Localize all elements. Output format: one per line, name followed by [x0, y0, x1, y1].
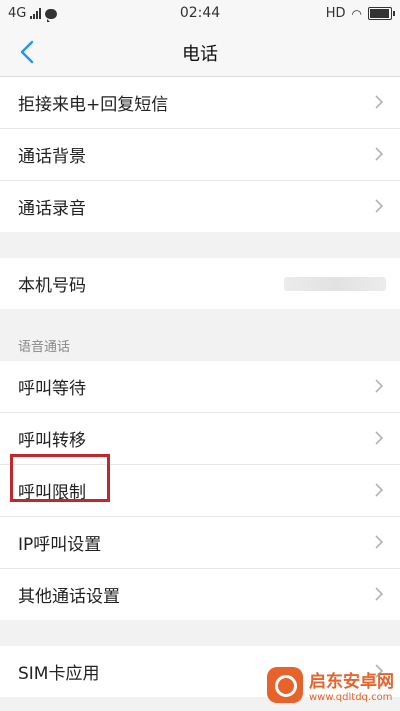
own-number-item[interactable]: 本机号码 — [0, 258, 400, 309]
row-label: 其他通话设置 — [18, 587, 120, 607]
settings-list: 拒接来电+回复短信 通话背景 通话录音 本机号码 语音通话 呼叫等待 呼叫转移 — [0, 77, 400, 697]
row-label: 拒接来电+回复短信 — [18, 95, 169, 115]
chevron-right-icon — [375, 95, 384, 109]
voice-call-header: 语音通话 — [0, 309, 400, 361]
call-waiting-item[interactable]: 呼叫等待 — [0, 361, 400, 413]
chevron-right-icon — [375, 535, 384, 549]
status-bar: 4G 02:44 HD ◠ — [0, 0, 400, 28]
chevron-right-icon — [375, 587, 384, 601]
wifi-icon: ◠ — [351, 6, 362, 21]
watermark-text: 启东安卓网 www.qdltdq.com — [309, 667, 394, 703]
watermark-logo-icon — [267, 667, 303, 703]
section-gap — [0, 232, 400, 258]
group-call-features: 拒接来电+回复短信 通话背景 通话录音 — [0, 77, 400, 232]
battery-icon — [368, 7, 395, 20]
chevron-right-icon — [375, 379, 384, 393]
chevron-right-icon — [375, 431, 384, 445]
row-label: 本机号码 — [18, 276, 86, 296]
reject-and-reply-item[interactable]: 拒接来电+回复短信 — [0, 77, 400, 129]
row-label: 通话录音 — [18, 199, 86, 219]
hd-label: HD — [325, 6, 346, 21]
row-label: IP呼叫设置 — [18, 535, 102, 555]
call-recording-item[interactable]: 通话录音 — [0, 181, 400, 232]
group-own-number: 本机号码 — [0, 258, 400, 309]
chevron-right-icon — [375, 147, 384, 161]
other-call-settings-item[interactable]: 其他通话设置 — [0, 569, 400, 620]
chevron-right-icon — [375, 199, 384, 213]
ip-call-settings-item[interactable]: IP呼叫设置 — [0, 517, 400, 569]
nav-bar: 电话 — [0, 28, 400, 77]
row-label: SIM卡应用 — [18, 664, 100, 684]
highlight-annotation — [10, 454, 110, 502]
chevron-right-icon — [375, 483, 384, 497]
row-label: 呼叫等待 — [18, 379, 86, 399]
page-title: 电话 — [182, 44, 218, 65]
watermark-url: www.qdltdq.com — [309, 692, 393, 703]
status-right: HD ◠ — [325, 6, 395, 21]
section-gap — [0, 620, 400, 646]
row-label: 呼叫转移 — [18, 431, 86, 451]
call-background-item[interactable]: 通话背景 — [0, 129, 400, 181]
blurred-phone-number — [284, 277, 386, 291]
watermark-title: 启东安卓网 — [309, 672, 394, 692]
section-header-label: 语音通话 — [18, 340, 71, 355]
watermark: 启东安卓网 www.qdltdq.com — [267, 667, 394, 703]
row-label: 通话背景 — [18, 147, 86, 167]
